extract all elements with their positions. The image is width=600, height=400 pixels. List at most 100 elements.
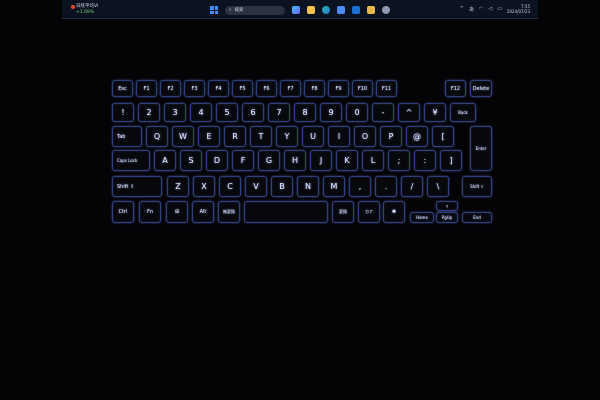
clock-date: 2024/07/23 xyxy=(506,9,530,14)
key-t[interactable]: T xyxy=(250,126,272,147)
key-y[interactable]: Y xyxy=(276,126,298,147)
key-5-row4[interactable]: N xyxy=(297,176,319,197)
key-shift-left[interactable]: Shift ⇧ xyxy=(112,176,162,197)
key-arrow-up[interactable]: ↑ xyxy=(436,201,458,211)
key-f1[interactable]: F1 xyxy=(136,80,157,97)
key-enter[interactable]: Enter xyxy=(470,126,492,171)
key-f11[interactable]: F11 xyxy=(376,80,397,97)
key-num-11[interactable]: ^ xyxy=(398,103,420,122)
key-2-row3[interactable]: D xyxy=(206,150,228,171)
key-p[interactable]: P xyxy=(380,126,402,147)
key-num-10[interactable]: - xyxy=(372,103,394,122)
key-num-4[interactable]: 5 xyxy=(216,103,238,122)
key-f4[interactable]: F4 xyxy=(208,80,229,97)
key-num-7[interactable]: 8 xyxy=(294,103,316,122)
tray-chevron-icon[interactable]: ^ xyxy=(460,6,464,12)
key-num-1[interactable]: 2 xyxy=(138,103,160,122)
key-[[interactable]: [ xyxy=(432,126,454,147)
key-10-row4[interactable]: \ xyxy=(427,176,449,197)
key-kana[interactable]: カナ xyxy=(358,201,380,223)
key-i[interactable]: I xyxy=(328,126,350,147)
settings-icon[interactable] xyxy=(382,6,390,14)
key-0-row3[interactable]: A xyxy=(154,150,176,171)
key-space[interactable] xyxy=(244,201,328,223)
key-num-12[interactable]: ¥ xyxy=(424,103,446,122)
key-8-row4[interactable]: . xyxy=(375,176,397,197)
key-f8[interactable]: F8 xyxy=(304,80,325,97)
key-num-9[interactable]: 0 xyxy=(346,103,368,122)
key-num-3[interactable]: 4 xyxy=(190,103,212,122)
key-9-row4[interactable]: / xyxy=(401,176,423,197)
key-10-row3[interactable]: : xyxy=(414,150,436,171)
clock[interactable]: 7:55 2024/07/23 xyxy=(507,4,530,14)
key-8-row3[interactable]: L xyxy=(362,150,384,171)
key-1-row3[interactable]: S xyxy=(180,150,202,171)
key-windows[interactable]: ⊞ xyxy=(166,201,188,223)
key-alt[interactable]: Alt xyxy=(192,201,214,223)
key-f2[interactable]: F2 xyxy=(160,80,181,97)
copilot-icon[interactable] xyxy=(292,6,300,14)
key-caps-lock[interactable]: Caps Lock xyxy=(112,150,150,171)
wifi-icon[interactable]: ◠ xyxy=(479,6,483,12)
key-muhenkan[interactable]: 無変換 xyxy=(218,201,240,223)
key-o[interactable]: O xyxy=(354,126,376,147)
search-icon: ⌕ xyxy=(229,7,232,13)
key-r[interactable]: R xyxy=(224,126,246,147)
key-3-row4[interactable]: V xyxy=(245,176,267,197)
key-u[interactable]: U xyxy=(302,126,324,147)
key-fn[interactable]: Fn xyxy=(139,201,161,223)
key-9-row3[interactable]: ; xyxy=(388,150,410,171)
key-pgup[interactable]: PgUp xyxy=(436,212,458,223)
key-f3[interactable]: F3 xyxy=(184,80,205,97)
key-4-row4[interactable]: B xyxy=(271,176,293,197)
key-f6[interactable]: F6 xyxy=(256,80,277,97)
ime-icon[interactable]: あ xyxy=(469,6,474,13)
key-henkan[interactable]: 変換 xyxy=(332,201,354,223)
key-end[interactable]: End xyxy=(462,212,492,223)
key-f10[interactable]: F10 xyxy=(352,80,373,97)
key-f5[interactable]: F5 xyxy=(232,80,253,97)
key-11-row3[interactable]: ] xyxy=(440,150,462,171)
folder-icon[interactable] xyxy=(367,6,375,14)
key-6-row4[interactable]: M xyxy=(323,176,345,197)
key-tab[interactable]: Tab xyxy=(112,126,142,147)
key-home[interactable]: Home xyxy=(410,212,434,223)
key-w[interactable]: W xyxy=(172,126,194,147)
key-1-row4[interactable]: X xyxy=(193,176,215,197)
stock-widget[interactable]: 日経平均VI +1.69% xyxy=(71,4,98,15)
volume-icon[interactable]: ◁ xyxy=(488,6,492,12)
key-num-2[interactable]: 3 xyxy=(164,103,186,122)
key-ctrl[interactable]: Ctrl xyxy=(112,201,134,223)
key-num-8[interactable]: 9 xyxy=(320,103,342,122)
key-num-5[interactable]: 6 xyxy=(242,103,264,122)
outlook-icon[interactable] xyxy=(352,6,360,14)
key-5-row3[interactable]: H xyxy=(284,150,306,171)
key-7-row4[interactable]: , xyxy=(349,176,371,197)
edge-icon[interactable] xyxy=(322,6,330,14)
key-6-row3[interactable]: J xyxy=(310,150,332,171)
key-esc[interactable]: Esc xyxy=(112,80,133,97)
key-q[interactable]: Q xyxy=(146,126,168,147)
backlit-keyboard: Esc F1 F2 F3 F4 F5 F6 F7 F8 F9 F10 F11 F12 Delete! 2 3 4… xyxy=(106,80,496,230)
key-delete[interactable]: Delete xyxy=(470,80,492,97)
key-e[interactable]: E xyxy=(198,126,220,147)
key-2-row4[interactable]: C xyxy=(219,176,241,197)
key-num-6[interactable]: 7 xyxy=(268,103,290,122)
key-shift-right[interactable]: Shift ⇧ xyxy=(462,176,492,197)
explorer-icon[interactable] xyxy=(307,6,315,14)
key-@[interactable]: @ xyxy=(406,126,428,147)
key-3-row3[interactable]: F xyxy=(232,150,254,171)
start-icon[interactable] xyxy=(210,6,218,14)
key-f9[interactable]: F9 xyxy=(328,80,349,97)
battery-icon[interactable]: ▭ xyxy=(497,6,502,12)
key-f12[interactable]: F12 xyxy=(445,80,466,97)
key-0-row4[interactable]: Z xyxy=(167,176,189,197)
key-copilot[interactable]: ✺ xyxy=(383,201,405,223)
key-num-13[interactable]: Back xyxy=(450,103,476,122)
key-f7[interactable]: F7 xyxy=(280,80,301,97)
store-icon[interactable] xyxy=(337,6,345,14)
key-7-row3[interactable]: K xyxy=(336,150,358,171)
key-num-0[interactable]: ! xyxy=(112,103,134,122)
key-4-row3[interactable]: G xyxy=(258,150,280,171)
search-input[interactable]: ⌕ 検索 xyxy=(225,5,285,15)
